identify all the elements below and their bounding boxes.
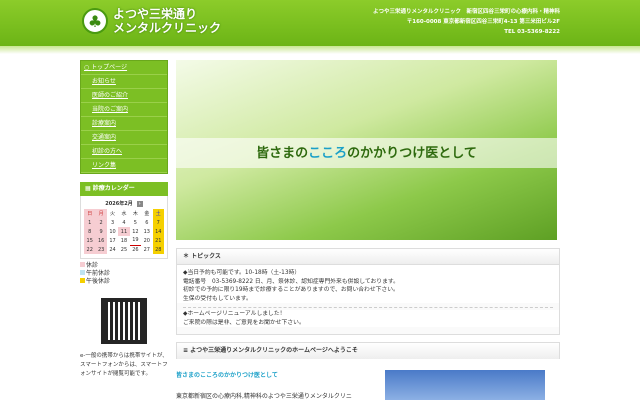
logo-line1: よつや三栄通り — [113, 7, 198, 21]
weekday-label: 日 — [84, 209, 96, 218]
calendar-day[interactable]: 20 — [141, 236, 152, 245]
weekday-label: 土 — [152, 209, 164, 218]
calendar-day[interactable]: 11 — [118, 227, 130, 236]
weekday-label: 水 — [121, 211, 127, 217]
tagline: よつや三栄通りメンタルクリニック 新宿区四谷三栄町の心療内科・精神科 — [372, 9, 560, 15]
address: 〒160-0008 東京都新宿区四谷三栄町4-13 第三米田ビル2F — [406, 19, 560, 25]
topic-line: 初診での予約に限り19時まで診療することがありますので、お問い合わせ下さい。 — [177, 286, 559, 295]
topics-heading: ＊ トピックス — [177, 249, 559, 265]
nav-links[interactable]: リンク集 — [81, 159, 167, 173]
calendar-day[interactable]: 10 — [107, 227, 118, 236]
nav-menu: ○ トップページ お知らせ 医師のご紹介 当院のご案内 診療案内 交通案内 初診… — [80, 60, 168, 174]
nav-medical[interactable]: 診療案内 — [81, 117, 167, 131]
calendar-day[interactable]: 26 — [130, 245, 141, 254]
qr-code — [99, 296, 149, 346]
calendar: 2026年2月 › 日月火水木金土 1 2 3 4 5 6 7 8 9 10 11 12 13 14 15 16 1… — [80, 196, 168, 259]
hero-highlight: こころ — [308, 146, 348, 161]
calendar-day[interactable]: 22 — [84, 245, 96, 254]
topic-line: ご来院の際は是非、ご意見をお聞かせ下さい。 — [177, 318, 559, 327]
calendar-day[interactable]: 24 — [107, 245, 118, 254]
calendar-day[interactable]: 3 — [107, 218, 118, 227]
welcome-text: 東京都新宿区の心療内科,精神科のよつや三栄通りメンタルクリニ — [176, 393, 352, 400]
calendar-day[interactable]: 6 — [141, 218, 152, 227]
hero-post: のかかりつけ医として — [347, 146, 477, 161]
calendar-day[interactable]: 27 — [141, 245, 152, 254]
weekday-label: 金 — [144, 211, 150, 217]
sky-photo — [385, 370, 545, 400]
sidebar: ○ トップページ お知らせ 医師のご紹介 当院のご案内 診療案内 交通案内 初診… — [80, 60, 168, 379]
legend-swatch — [80, 262, 85, 267]
legend-am: 午前休診 — [86, 270, 111, 277]
weekday-label: 月 — [95, 209, 107, 218]
hero-banner: 皆さまのこころのかかりつけ医として — [176, 60, 557, 240]
topic-line: ◆ホームページリニューアルしました！ — [177, 310, 559, 319]
mobile-note: e-一般の携帯からは携帯サイトが、スマートフォンからは、スマートフォンサイトが閲… — [80, 353, 168, 377]
calendar-day[interactable]: 28 — [152, 245, 164, 254]
nav-doctor[interactable]: 医師のご紹介 — [81, 89, 167, 103]
legend-pm: 午後休診 — [86, 278, 111, 285]
welcome-heading-box: ≡ よつや三栄通りメンタルクリニックのホームページへようこそ — [176, 342, 560, 359]
calendar-day[interactable]: 25 — [118, 245, 129, 254]
calendar-day[interactable]: 2 — [95, 218, 107, 227]
calendar-month: 2026年2月 — [105, 201, 133, 207]
nav-first-visit[interactable]: 初診の方へ — [81, 145, 167, 159]
calendar-day[interactable]: 19 — [129, 236, 142, 246]
calendar-day[interactable]: 5 — [130, 218, 141, 227]
logo-line2: メンタルクリニック — [113, 21, 222, 35]
legend-swatch — [80, 278, 85, 283]
calendar-day[interactable]: 18 — [118, 236, 129, 245]
welcome-heading: ≡ よつや三栄通りメンタルクリニックのホームページへようこそ — [177, 343, 559, 359]
legend-closed: 休診 — [86, 262, 99, 269]
calendar-day[interactable]: 16 — [95, 236, 107, 245]
nav-access[interactable]: 交通案内 — [81, 131, 167, 145]
hero-caption: 皆さまのこころのかかりつけ医として — [176, 142, 557, 161]
tel: TEL 03-5369-8222 — [504, 29, 560, 35]
nav-news[interactable]: お知らせ — [81, 75, 167, 89]
next-month-button[interactable]: › — [136, 201, 143, 207]
topics-box: ＊ トピックス ◆当日予約も可能です。10-18時（土-13時） 電話番号 03… — [176, 248, 560, 335]
calendar-grid: 日月火水木金土 1 2 3 4 5 6 7 8 9 10 11 12 13 14 15 16 17 18 19 20 21… — [84, 209, 164, 254]
calendar-title: 診療カレンダー — [92, 185, 135, 192]
calendar-day[interactable]: 21 — [152, 236, 164, 245]
legend-swatch — [80, 270, 85, 275]
weekday-label: 木 — [132, 211, 138, 217]
calendar-day[interactable]: 12 — [130, 227, 141, 236]
calendar-legend: 休診 午前休診 午後休診 — [80, 259, 168, 286]
nav-top[interactable]: ○ トップページ — [81, 61, 167, 75]
divider — [183, 307, 553, 308]
calendar-day[interactable]: 13 — [141, 227, 152, 236]
calendar-heading: ▦ 診療カレンダー — [80, 182, 168, 196]
calendar-day[interactable]: 14 — [152, 227, 164, 236]
topics-title: トピックス — [191, 253, 221, 260]
hero-pre: 皆さまの — [256, 146, 309, 161]
topic-line: 電話番号 03-5369-8222 日、月、祭休診、認知症専門外来も併設しており… — [177, 277, 559, 286]
topic-line: 生保の受付もしています。 — [177, 294, 559, 303]
calendar-day[interactable]: 1 — [84, 218, 96, 227]
calendar-day[interactable]: 9 — [95, 227, 107, 236]
calendar-day[interactable]: 7 — [152, 218, 164, 227]
calendar-day[interactable]: 23 — [95, 245, 107, 254]
nav-label: トップページ — [91, 64, 128, 71]
nav-clinic[interactable]: 当院のご案内 — [81, 103, 167, 117]
tree-icon: ♣ — [82, 8, 108, 34]
calendar-day[interactable]: 17 — [107, 236, 118, 245]
logo[interactable]: ♣ よつや三栄通り メンタルクリニック — [82, 7, 221, 35]
header: ♣ よつや三栄通り メンタルクリニック よつや三栄通りメンタルクリニック 新宿区四… — [0, 0, 640, 46]
weekday-label: 火 — [110, 211, 116, 217]
calendar-icon: ▦ — [85, 185, 93, 192]
header-band — [0, 46, 640, 54]
calendar-day[interactable]: 8 — [84, 227, 96, 236]
welcome-subtitle: 皆さまのこころのかかりつけ医として — [176, 372, 278, 379]
welcome-title: よつや三栄通りメンタルクリニックのホームページへようこそ — [190, 347, 358, 354]
calendar-day[interactable]: 15 — [84, 236, 96, 245]
calendar-day[interactable]: 4 — [118, 218, 129, 227]
topic-line: ◆当日予約も可能です。10-18時（土-13時） — [177, 269, 559, 278]
